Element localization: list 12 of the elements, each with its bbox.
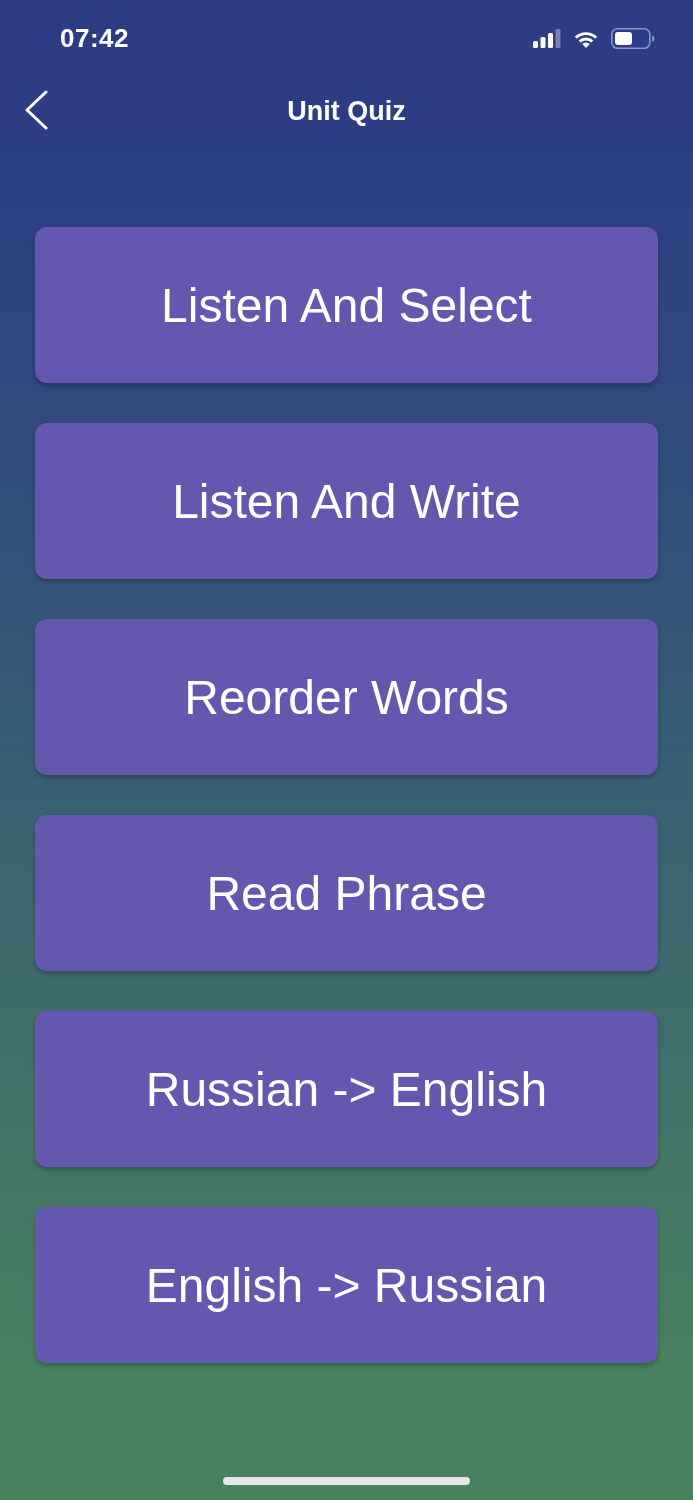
chevron-left-icon [24, 90, 48, 130]
quiz-option-button[interactable]: Russian -> English [35, 1011, 658, 1167]
quiz-option-button[interactable]: English -> Russian [35, 1207, 658, 1363]
screen-title: Unit Quiz [287, 95, 406, 127]
quiz-option-button[interactable]: Read Phrase [35, 815, 658, 971]
battery-icon [611, 27, 655, 49]
signal-icon [533, 28, 561, 48]
quiz-option-button[interactable]: Listen And Select [35, 227, 658, 383]
quiz-option-button[interactable]: Reorder Words [35, 619, 658, 775]
back-button[interactable] [24, 90, 48, 130]
quiz-option-button[interactable]: Listen And Write [35, 423, 658, 579]
status-time: 07:42 [60, 22, 129, 54]
